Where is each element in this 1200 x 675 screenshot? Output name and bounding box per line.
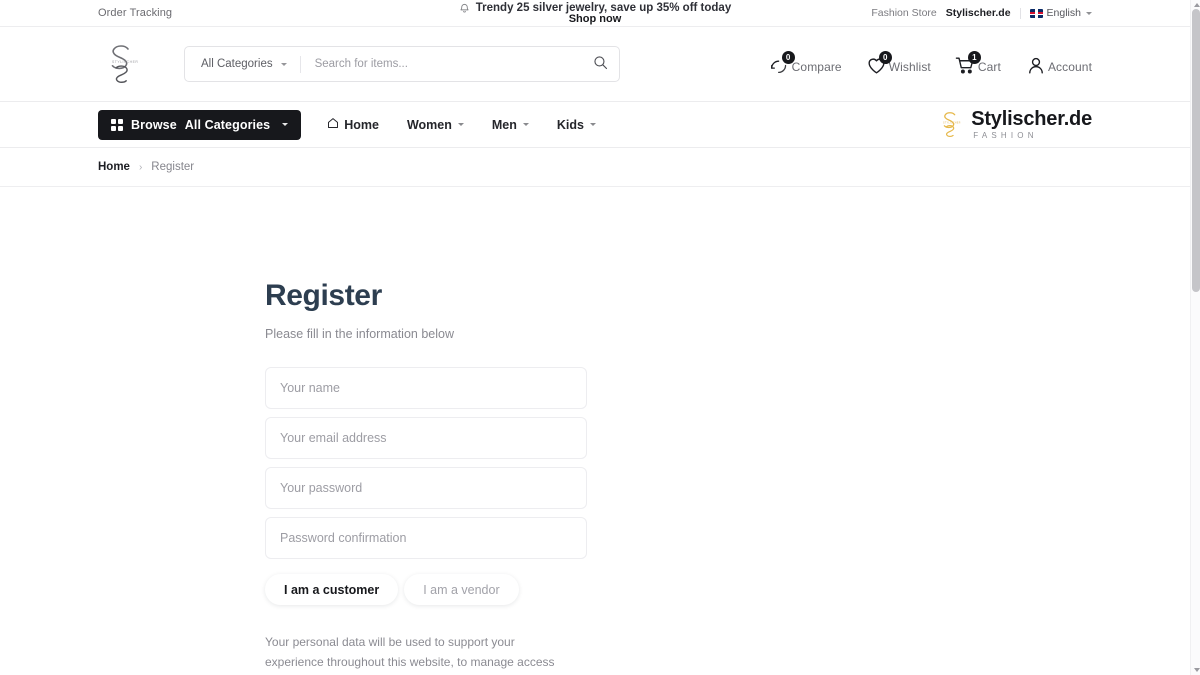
brand-name: Stylischer.de: [971, 108, 1092, 130]
chevron-down-icon: [1086, 11, 1092, 15]
order-tracking-link[interactable]: Order Tracking: [98, 7, 172, 19]
compare-icon: 0: [769, 51, 795, 75]
breadcrumb-current: Register: [151, 161, 195, 173]
chevron-down-icon: [280, 62, 287, 66]
main-content: Register Please fill in the information …: [0, 187, 1190, 675]
chevron-down-icon: [282, 123, 289, 126]
role-customer-button[interactable]: I am a customer: [265, 574, 399, 605]
account-label: Account: [1047, 60, 1092, 74]
password-confirmation-field[interactable]: [265, 517, 587, 559]
brand-tagline: FASHION: [973, 131, 1038, 140]
search-button[interactable]: [581, 47, 619, 81]
nav-item-home-label: Home: [344, 117, 379, 132]
nav-item-home[interactable]: Home: [327, 117, 379, 132]
account-action[interactable]: Account: [1025, 53, 1092, 75]
breadcrumb-home-link[interactable]: Home: [98, 161, 130, 173]
cart-count-badge: 1: [967, 51, 981, 64]
name-field[interactable]: [265, 367, 587, 409]
language-label: English: [1046, 7, 1081, 19]
search-input[interactable]: [300, 47, 581, 81]
wishlist-count-badge: 0: [878, 51, 892, 64]
wishlist-label: Wishlist: [888, 60, 931, 74]
page-root: Order Tracking Trendy 25 silver jewelry,…: [0, 0, 1190, 675]
browse-label: All Categories: [184, 117, 271, 132]
scroll-up-arrow-icon[interactable]: [1193, 3, 1200, 7]
email-field[interactable]: [265, 417, 587, 459]
role-selector: I am a customer I am a vendor: [265, 574, 587, 605]
search-bar: All Categories: [184, 46, 620, 82]
uk-flag-icon: [1029, 8, 1043, 18]
store-name: Stylischer.de: [945, 7, 1011, 19]
role-vendor-button[interactable]: I am a vendor: [404, 574, 519, 605]
topbar-right-group: Fashion Store Stylischer.de English: [871, 7, 1092, 19]
scroll-down-arrow-icon[interactable]: [1193, 668, 1200, 672]
chevron-down-icon: [457, 123, 464, 126]
register-form: Register Please fill in the information …: [265, 187, 587, 675]
browse-prefix: Browse: [131, 117, 177, 132]
search-icon: [593, 55, 608, 73]
breadcrumb-separator: ›: [138, 161, 143, 173]
fashion-store-label: Fashion Store: [871, 7, 937, 19]
page-subtitle: Please fill in the information below: [265, 327, 454, 341]
svg-text:STYLISCHER: STYLISCHER: [112, 60, 138, 64]
search-category-label: All Categories: [201, 58, 273, 70]
nav-item-women[interactable]: Women: [407, 118, 464, 132]
compare-label: Compare: [791, 60, 842, 74]
search-category-dropdown[interactable]: All Categories: [185, 47, 300, 81]
page-scrollbar[interactable]: [1190, 0, 1200, 675]
password-field[interactable]: [265, 467, 587, 509]
language-selector[interactable]: English: [1029, 7, 1092, 19]
brand-logo[interactable]: STYLISCHER Stylischer.de FASHION: [936, 108, 1092, 142]
browse-all-categories-button[interactable]: Browse All Categories: [98, 109, 302, 140]
divider: [1019, 7, 1021, 19]
grid-icon: [111, 118, 123, 131]
promo-shop-now-link[interactable]: Shop now: [569, 13, 622, 25]
brand-text: Stylischer.de FASHION: [971, 109, 1092, 140]
compare-count-badge: 0: [781, 51, 795, 64]
cart-label: Cart: [977, 60, 1001, 74]
compare-action[interactable]: 0 Compare: [769, 51, 842, 75]
privacy-notice: Your personal data will be used to suppo…: [265, 635, 563, 675]
chevron-down-icon: [522, 123, 529, 126]
bell-icon: [459, 3, 470, 14]
stylischer-swirl-logo-gold: STYLISCHER: [936, 108, 964, 142]
nav-item-women-label: Women: [406, 117, 452, 132]
stylischer-swirl-logo[interactable]: STYLISCHER: [98, 38, 146, 90]
cart-action[interactable]: 1 Cart: [955, 51, 1001, 75]
user-icon: [1025, 53, 1047, 75]
announcement-bar: Order Tracking Trendy 25 silver jewelry,…: [0, 0, 1190, 27]
breadcrumb: Home › Register: [0, 148, 1190, 187]
nav-item-kids-label: Kids: [556, 117, 584, 132]
wishlist-action[interactable]: 0 Wishlist: [866, 51, 931, 75]
scrollbar-thumb[interactable]: [1192, 9, 1200, 292]
nav-item-kids[interactable]: Kids: [557, 118, 596, 132]
svg-text:STYLISCHER: STYLISCHER: [943, 122, 961, 124]
nav-item-men[interactable]: Men: [492, 118, 529, 132]
header-actions: 0 Compare 0 Wishlist 1 Cart Account: [769, 51, 1092, 75]
primary-nav: Home Women Men Kids: [327, 117, 596, 132]
chevron-down-icon: [589, 123, 596, 126]
page-title: Register: [265, 279, 382, 312]
nav-item-men-label: Men: [491, 117, 517, 132]
cart-icon: 1: [955, 51, 981, 75]
heart-icon: 0: [866, 51, 892, 75]
site-header: STYLISCHER All Categories Search for ite…: [0, 27, 1190, 101]
main-navbar: Browse All Categories Home Women Men Kid…: [0, 101, 1190, 148]
home-icon: [327, 117, 339, 132]
